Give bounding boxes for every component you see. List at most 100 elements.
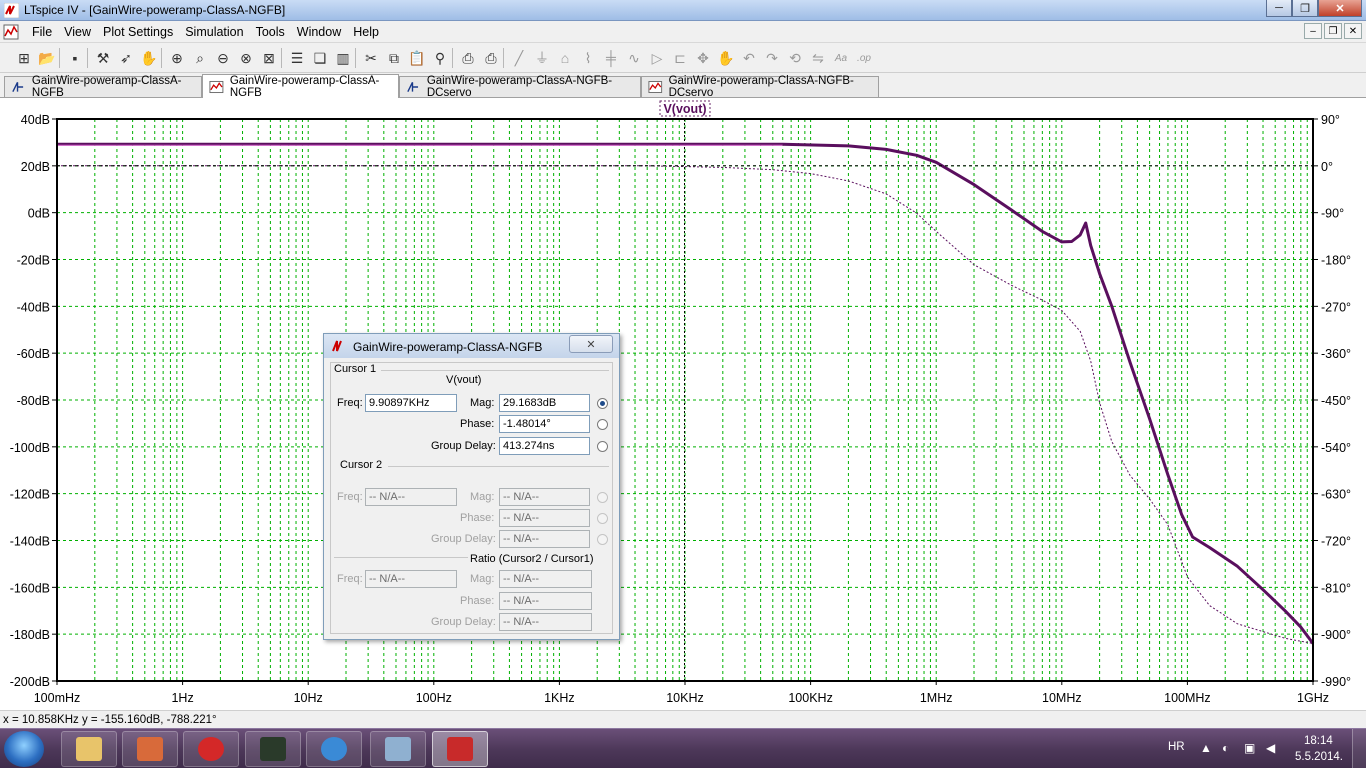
maximize-button[interactable]: ❐ xyxy=(1292,0,1318,17)
document-minimize-button[interactable]: – xyxy=(1304,23,1322,39)
text-icon[interactable]: Aa xyxy=(831,48,851,68)
dialog-title-bar[interactable]: GainWire-poweramp-ClassA-NGFB ✕ xyxy=(324,334,619,358)
mirror-icon[interactable]: ⇋ xyxy=(808,48,828,68)
menu-plot-settings[interactable]: Plot Settings xyxy=(97,25,179,39)
cursor1-group-delay-radio[interactable] xyxy=(597,441,608,452)
minimize-button[interactable]: ─ xyxy=(1266,0,1292,17)
menu-file[interactable]: File xyxy=(26,25,58,39)
y-tick-label: -60dB xyxy=(17,347,50,361)
trace-name-label[interactable]: V(vout) xyxy=(663,102,706,116)
internet-explorer-app-button[interactable] xyxy=(306,731,362,767)
undo-icon[interactable]: ↶ xyxy=(739,48,759,68)
find-icon[interactable]: ⚲ xyxy=(430,48,450,68)
title-bar[interactable]: LTspice IV - [GainWire-poweramp-ClassA-N… xyxy=(0,0,1366,21)
cursor1-mag-field[interactable]: 29.1683dB xyxy=(499,394,590,412)
x-tick-label: 100Hz xyxy=(416,691,452,705)
show-desktop-button[interactable] xyxy=(1352,729,1366,769)
ltspice-wave-app-button[interactable] xyxy=(245,731,301,767)
clock-date[interactable]: 5.5.2014. xyxy=(1295,751,1343,763)
spice-directive-icon[interactable]: .op xyxy=(854,48,874,68)
diode-icon[interactable]: ▷ xyxy=(647,48,667,68)
ground-icon[interactable]: ⏚ xyxy=(532,48,552,68)
tile-vertical-icon[interactable]: ▥ xyxy=(333,48,353,68)
y-tick-label: -200dB xyxy=(10,675,50,689)
window-controls: ─ ❐ ✕ xyxy=(1266,0,1362,18)
cursor-readout-dialog[interactable]: GainWire-poweramp-ClassA-NGFB ✕ Cursor 1… xyxy=(323,333,620,640)
rotate-icon[interactable]: ⟲ xyxy=(785,48,805,68)
menu-view[interactable]: View xyxy=(58,25,97,39)
document-close-button[interactable]: ✕ xyxy=(1344,23,1362,39)
cascade-icon[interactable]: ❏ xyxy=(310,48,330,68)
divider xyxy=(381,370,609,371)
status-bar: x = 10.858KHz y = -155.160dB, -788.221° xyxy=(0,710,1366,728)
ltspice-logo-icon xyxy=(4,3,19,18)
y2-tick-label: -90° xyxy=(1321,207,1344,221)
tile-horizontal-icon[interactable]: ☰ xyxy=(287,48,307,68)
tab-schematic-3[interactable]: GainWire-poweramp-ClassA-NGFB-DCservo xyxy=(399,75,641,99)
bode-plot[interactable]: 100mHz 1Hz 10Hz 100Hz 1KHz 10KHz 100KHz 1MHz 10M… xyxy=(0,98,1366,710)
schematic-icon[interactable]: ⊞ xyxy=(14,48,34,68)
document-window-controls: – ❐ ✕ xyxy=(1304,23,1362,39)
control-panel-icon[interactable]: ⚒ xyxy=(93,48,113,68)
ratio-group-delay-field: -- N/A-- xyxy=(499,613,592,631)
menu-simulation[interactable]: Simulation xyxy=(179,25,249,39)
cut-icon[interactable]: ✂ xyxy=(361,48,381,68)
y2-tick-label: -450° xyxy=(1321,394,1351,408)
menu-tools[interactable]: Tools xyxy=(250,25,291,39)
autorange-icon[interactable]: ⊠ xyxy=(259,48,279,68)
print-preview-icon[interactable]: ⎙ xyxy=(458,48,478,68)
resistor-icon[interactable]: ⌇ xyxy=(578,48,598,68)
cursor1-phase-field[interactable]: -1.48014° xyxy=(499,415,590,433)
cursor1-group-delay-field[interactable]: 413.274ns xyxy=(499,437,590,455)
cursor2-group-delay-field: -- N/A-- xyxy=(499,530,590,548)
wire-icon[interactable]: ╱ xyxy=(509,48,529,68)
zoom-area-icon[interactable]: ⌕ xyxy=(190,48,210,68)
document-restore-button[interactable]: ❐ xyxy=(1324,23,1342,39)
label-icon[interactable]: ⌂ xyxy=(555,48,575,68)
redo-icon[interactable]: ↷ xyxy=(762,48,782,68)
antivirus-app-button[interactable] xyxy=(183,731,239,767)
drag-icon[interactable]: ✋ xyxy=(716,48,736,68)
move-icon[interactable]: ✥ xyxy=(693,48,713,68)
close-button[interactable]: ✕ xyxy=(1318,0,1362,17)
clock-time[interactable]: 18:14 xyxy=(1304,735,1333,747)
capacitor-icon[interactable]: ╪ xyxy=(601,48,621,68)
cursor1-mag-radio[interactable] xyxy=(597,398,608,409)
zoom-out-icon[interactable]: ⊖ xyxy=(213,48,233,68)
waveform-viewer[interactable]: 100mHz 1Hz 10Hz 100Hz 1KHz 10KHz 100KHz 1MHz 10M… xyxy=(0,98,1366,710)
language-indicator[interactable]: HR xyxy=(1168,741,1185,753)
open-icon[interactable]: 📂 xyxy=(37,48,57,68)
pan-icon[interactable]: ✋ xyxy=(139,48,159,68)
save-icon[interactable]: ▪ xyxy=(65,48,85,68)
dialog-title: GainWire-poweramp-ClassA-NGFB xyxy=(353,340,543,354)
tab-waveform-4[interactable]: GainWire-poweramp-ClassA-NGFB-DCservo xyxy=(641,75,879,99)
cursor2-mag-radio xyxy=(597,492,608,503)
tab-schematic-1[interactable]: GainWire-poweramp-ClassA-NGFB xyxy=(4,75,202,99)
start-button[interactable] xyxy=(4,731,44,767)
copy-icon[interactable]: ⧉ xyxy=(384,48,404,68)
windows-taskbar: HR ▲ ◐ ▣ ◀ 18:14 5.5.2014. xyxy=(0,728,1366,769)
ltspice-app-button[interactable] xyxy=(432,731,488,767)
menu-help[interactable]: Help xyxy=(347,25,385,39)
waveform-doc-icon[interactable] xyxy=(3,24,19,40)
component-icon[interactable]: ⊏ xyxy=(670,48,690,68)
menu-window[interactable]: Window xyxy=(291,25,347,39)
print-icon[interactable]: ⎙ xyxy=(481,48,501,68)
zoom-in-icon[interactable]: ⊕ xyxy=(167,48,187,68)
explorer-app-button[interactable] xyxy=(61,731,117,767)
sync-icon[interactable]: ◐ xyxy=(1222,741,1236,755)
package-app-button[interactable] xyxy=(122,731,178,767)
zoom-fit-icon[interactable]: ⊗ xyxy=(236,48,256,68)
network-icon[interactable]: ▣ xyxy=(1244,741,1258,755)
inductor-icon[interactable]: ∿ xyxy=(624,48,644,68)
ltspice-window: LTspice IV - [GainWire-poweramp-ClassA-N… xyxy=(0,0,1366,769)
paste-icon[interactable]: 📋 xyxy=(407,48,427,68)
control-panel-app-button[interactable] xyxy=(370,731,426,767)
cursor1-phase-radio[interactable] xyxy=(597,419,608,430)
cursor1-freq-field[interactable]: 9.90897KHz xyxy=(365,394,457,412)
tab-waveform-2[interactable]: GainWire-poweramp-ClassA-NGFB xyxy=(202,74,399,99)
run-icon[interactable]: ➶ xyxy=(116,48,136,68)
volume-icon[interactable]: ◀ xyxy=(1266,741,1280,755)
show-hidden-icons-icon[interactable]: ▲ xyxy=(1200,741,1214,755)
dialog-close-button[interactable]: ✕ xyxy=(569,335,613,353)
